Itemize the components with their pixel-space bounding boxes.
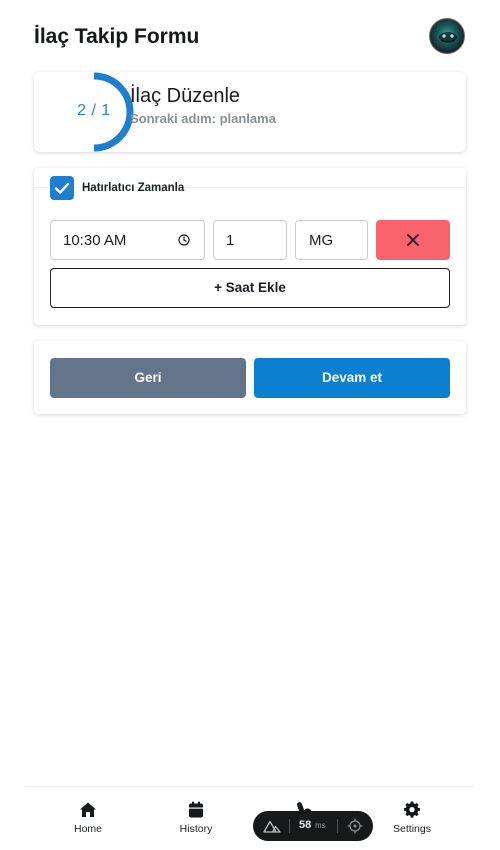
devtools-toolbar[interactable]: 58 ms	[253, 811, 373, 841]
nav-item-label: History	[179, 823, 213, 835]
page-title: İlaç Takip Formu	[34, 25, 200, 48]
step-title: İlaç Düzenle	[130, 85, 241, 107]
nuxt-logo-icon[interactable]	[263, 819, 281, 833]
gear-icon	[403, 801, 421, 818]
nav-item-history[interactable]: History	[156, 801, 236, 835]
step-subtitle: Sonraki adım: planlama	[130, 111, 276, 126]
add-time-button[interactable]: + Saat Ekle	[50, 268, 450, 308]
check-icon	[54, 182, 70, 194]
avatar[interactable]	[429, 18, 465, 54]
home-icon	[80, 802, 96, 817]
calendar-icon	[189, 801, 203, 818]
step-actions-card: Geri Devam et	[34, 341, 466, 414]
nav-item-label: Home	[73, 823, 102, 835]
unit-input[interactable]	[296, 221, 367, 259]
devtools-divider	[289, 819, 290, 833]
nav-item-label: Settings	[393, 823, 431, 835]
step-progress-text: 2 / 1	[77, 102, 111, 119]
devtools-divider	[337, 819, 338, 833]
reminder-checkbox[interactable]	[50, 176, 74, 200]
render-time-unit: ms	[315, 821, 326, 830]
time-field[interactable]	[50, 220, 205, 260]
nav-item-settings[interactable]: Settings	[372, 801, 452, 835]
quantity-field[interactable]	[213, 220, 287, 260]
avatar-image	[439, 32, 457, 43]
bottom-navigation: Home History Settings	[26, 786, 474, 850]
unit-field[interactable]	[295, 220, 368, 260]
step-progress-ring: 2 / 1	[54, 72, 134, 152]
remove-time-button[interactable]	[376, 220, 450, 260]
reminder-checkbox-label: Hatırlatıcı Zamanla	[82, 182, 185, 194]
render-time-value: 58	[299, 819, 312, 831]
back-button[interactable]: Geri	[50, 358, 246, 398]
inspect-target-icon[interactable]	[347, 818, 363, 834]
quantity-input[interactable]	[214, 221, 286, 259]
continue-button[interactable]: Devam et	[254, 358, 450, 398]
nav-item-home[interactable]: Home	[48, 801, 128, 835]
reminder-card: Hatırlatıcı Zamanla + Saat Ekle	[34, 168, 466, 325]
clock-icon[interactable]	[178, 234, 190, 246]
close-icon	[407, 234, 419, 246]
app-header: İlaç Takip Formu	[0, 0, 500, 72]
step-card: 2 / 1 İlaç Düzenle Sonraki adım: planlam…	[34, 72, 466, 152]
